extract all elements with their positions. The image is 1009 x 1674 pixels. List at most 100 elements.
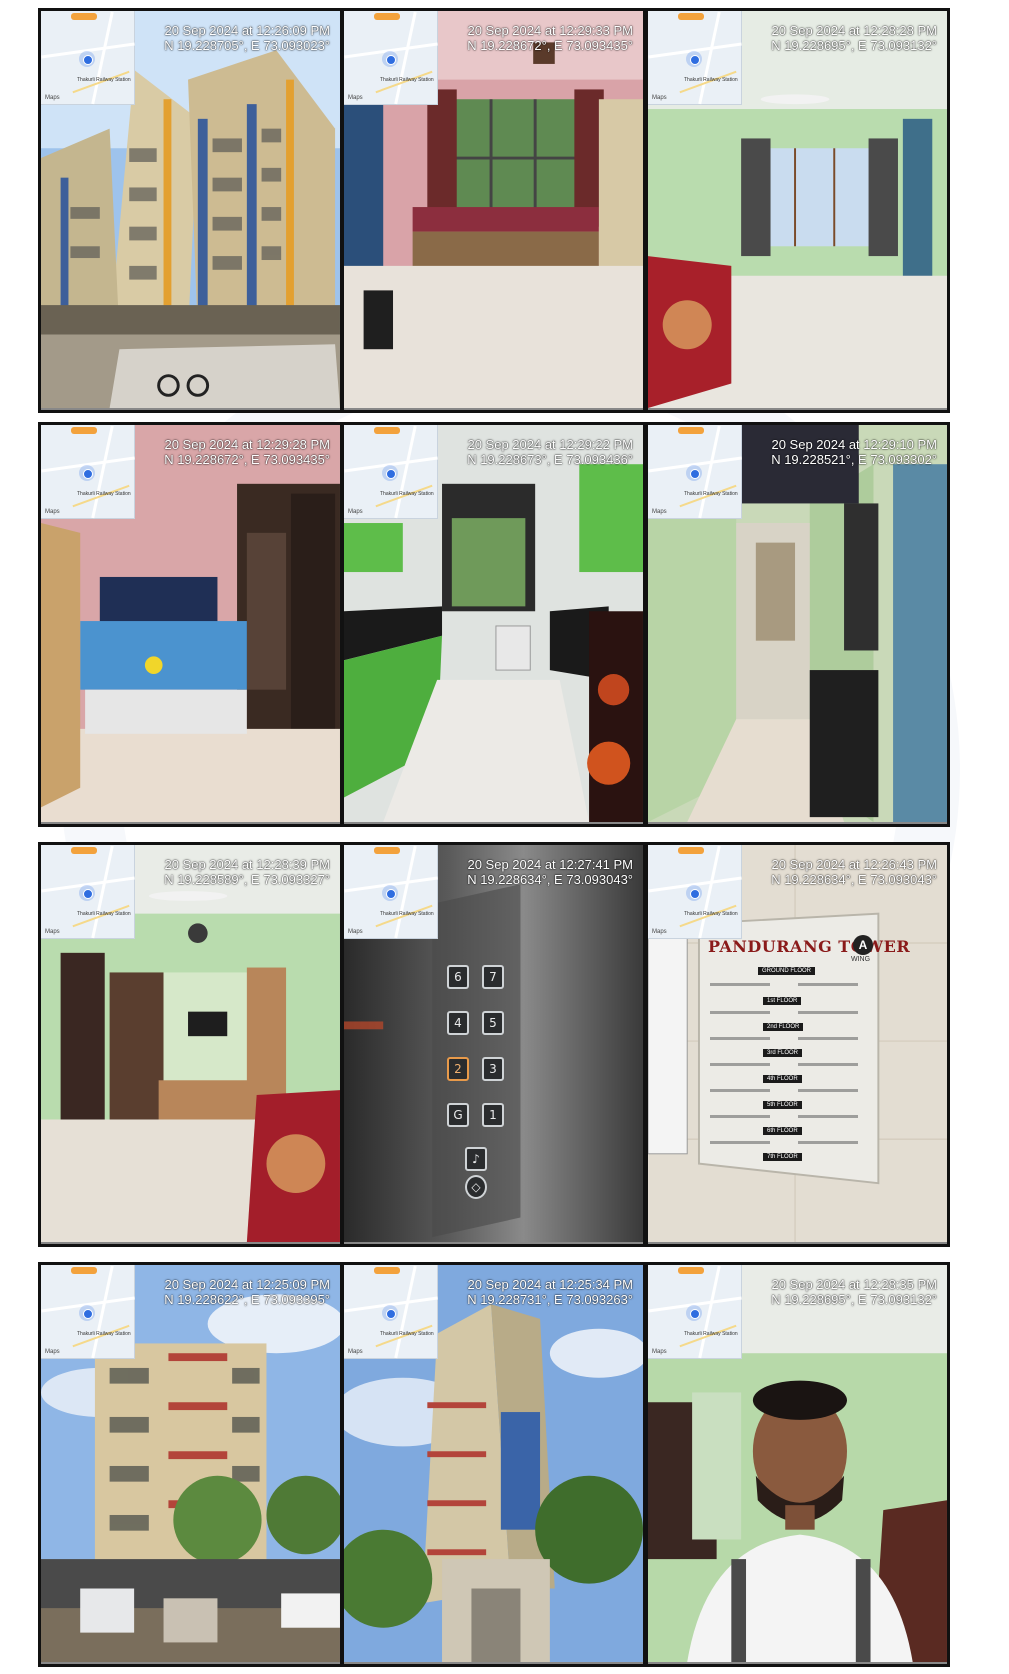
floor-band-ground: GROUND FLOOR (758, 967, 816, 975)
lift-button-7[interactable]: 7 (482, 965, 504, 989)
timestamp-coordinates: N 19.228705°, E 73.093023° (164, 38, 330, 53)
lift-button-3[interactable]: 3 (482, 1057, 504, 1081)
app-logo-badge (374, 427, 400, 434)
resident-entry-line (710, 1011, 770, 1014)
resident-entry-line (710, 1115, 770, 1118)
resident-entry-line (798, 1141, 858, 1144)
resident-entry-line (710, 1141, 770, 1144)
lift-button-ground[interactable]: G (447, 1103, 469, 1127)
map-thumbnail: Thakurli Railway Station Maps (344, 845, 438, 939)
photo-building-exterior-courtyard: Thakurli Railway Station Maps 20 Sep 202… (38, 8, 343, 413)
timestamp-date: 20 Sep 2024 at 12:28:28 PM (771, 23, 937, 38)
apple-maps-logo-icon: Maps (348, 95, 363, 101)
apple-maps-logo-icon: Maps (652, 1349, 667, 1355)
resident-entry-line (710, 1089, 770, 1092)
apple-maps-logo-icon: Maps (45, 509, 60, 515)
lift-alarm-bell-icon[interactable]: ♪ (465, 1147, 487, 1171)
timestamp-coordinates: N 19.228731°, E 73.093263° (467, 1292, 633, 1307)
photo-building-side-palm: Thakurli Railway Station Maps 20 Sep 202… (341, 1262, 646, 1667)
geo-timestamp: 20 Sep 2024 at 12:28:28 PM N 19.228695°,… (771, 23, 937, 53)
location-pin-icon (382, 51, 398, 67)
lift-button-6[interactable]: 6 (447, 965, 469, 989)
map-thumbnail: Thakurli Railway Station Maps (648, 425, 742, 519)
app-logo-badge (678, 427, 704, 434)
map-thumbnail: Thakurli Railway Station Maps (344, 11, 438, 105)
geo-timestamp: 20 Sep 2024 at 12:29:22 PM N 19.228673°,… (467, 437, 633, 467)
timestamp-coordinates: N 19.228622°, E 73.093395° (164, 1292, 330, 1307)
floor-band-2: 2nd FLOOR (763, 1023, 804, 1031)
app-logo-badge (71, 1267, 97, 1274)
lift-button-2-lit[interactable]: 2 (447, 1057, 469, 1081)
timestamp-date: 20 Sep 2024 at 12:25:34 PM (467, 1277, 633, 1292)
photo-bedroom: Thakurli Railway Station Maps 20 Sep 202… (38, 422, 343, 827)
photo-hall-tv-unit: Thakurli Railway Station Maps 20 Sep 202… (38, 842, 343, 1247)
map-station-label: Thakurli Railway Station (380, 77, 434, 83)
timestamp-coordinates: N 19.228672°, E 73.093435° (467, 38, 633, 53)
geo-timestamp: 20 Sep 2024 at 12:28:39 PM N 19.228589°,… (164, 857, 330, 887)
location-pin-icon (382, 1305, 398, 1321)
apple-maps-logo-icon: Maps (652, 929, 667, 935)
map-station-label: Thakurli Railway Station (380, 491, 434, 497)
timestamp-coordinates: N 19.228695°, E 73.093132° (771, 38, 937, 53)
location-pin-icon (382, 885, 398, 901)
app-logo-badge (71, 847, 97, 854)
timestamp-date: 20 Sep 2024 at 12:29:28 PM (164, 437, 330, 452)
map-thumbnail: Thakurli Railway Station Maps (41, 11, 135, 105)
map-thumbnail: Thakurli Railway Station Maps (41, 1265, 135, 1359)
floor-band-1: 1st FLOOR (763, 997, 802, 1005)
photo-lift-panel: 6 7 4 5 2 3 G 1 ♪ ◇ Thakurli Railway Sta… (341, 842, 646, 1247)
timestamp-coordinates: N 19.228521°, E 73.093302° (771, 452, 937, 467)
timestamp-coordinates: N 19.228673°, E 73.093436° (467, 452, 633, 467)
floor-band-5: 5th FLOOR (763, 1101, 802, 1109)
timestamp-coordinates: N 19.228672°, E 73.093435° (164, 452, 330, 467)
lift-button-1[interactable]: 1 (482, 1103, 504, 1127)
floor-band-7: 7th FLOOR (763, 1153, 802, 1161)
photo-corridor: Thakurli Railway Station Maps 20 Sep 202… (645, 422, 950, 827)
geo-timestamp: 20 Sep 2024 at 12:27:41 PM N 19.228634°,… (467, 857, 633, 887)
timestamp-coordinates: N 19.228589°, E 73.093327° (164, 872, 330, 887)
apple-maps-logo-icon: Maps (45, 1349, 60, 1355)
photo-grid: Thakurli Railway Station Maps 20 Sep 202… (0, 0, 1009, 1674)
map-station-label: Thakurli Railway Station (684, 1331, 738, 1337)
apple-maps-logo-icon: Maps (348, 929, 363, 935)
floor-band-4: 4th FLOOR (763, 1075, 802, 1083)
apple-maps-logo-icon: Maps (45, 929, 60, 935)
timestamp-date: 20 Sep 2024 at 12:26:43 PM (771, 857, 937, 872)
resident-entry-line (798, 1037, 858, 1040)
resident-entry-line (798, 1011, 858, 1014)
timestamp-coordinates: N 19.228695°, E 73.093132° (771, 1292, 937, 1307)
timestamp-date: 20 Sep 2024 at 12:26:09 PM (164, 23, 330, 38)
app-logo-badge (71, 427, 97, 434)
map-thumbnail: Thakurli Railway Station Maps (41, 425, 135, 519)
apple-maps-logo-icon: Maps (652, 509, 667, 515)
photo-room-window-bench: Thakurli Railway Station Maps 20 Sep 202… (341, 8, 646, 413)
apple-maps-logo-icon: Maps (45, 95, 60, 101)
timestamp-date: 20 Sep 2024 at 12:29:33 PM (467, 23, 633, 38)
geo-timestamp: 20 Sep 2024 at 12:25:34 PM N 19.228731°,… (467, 1277, 633, 1307)
floor-band-3: 3rd FLOOR (763, 1049, 803, 1057)
location-pin-icon (79, 1305, 95, 1321)
apple-maps-logo-icon: Maps (348, 509, 363, 515)
map-station-label: Thakurli Railway Station (380, 1331, 434, 1337)
geo-timestamp: 20 Sep 2024 at 12:29:28 PM N 19.228672°,… (164, 437, 330, 467)
building-name: PANDURANG TOWER (708, 937, 911, 956)
map-station-label: Thakurli Railway Station (77, 491, 131, 497)
app-logo-badge (374, 1267, 400, 1274)
location-pin-icon (79, 885, 95, 901)
app-logo-badge (374, 847, 400, 854)
timestamp-date: 20 Sep 2024 at 12:29:10 PM (771, 437, 937, 452)
map-thumbnail: Thakurli Railway Station Maps (648, 11, 742, 105)
map-thumbnail: Thakurli Railway Station Maps (41, 845, 135, 939)
app-logo-badge (374, 13, 400, 20)
floor-band-6: 6th FLOOR (763, 1127, 802, 1135)
geo-timestamp: 20 Sep 2024 at 12:25:09 PM N 19.228622°,… (164, 1277, 330, 1307)
resident-entry-line (798, 1063, 858, 1066)
lift-button-5[interactable]: 5 (482, 1011, 504, 1035)
lift-door-open-icon[interactable]: ◇ (465, 1175, 487, 1199)
location-pin-icon (686, 885, 702, 901)
lift-button-4[interactable]: 4 (447, 1011, 469, 1035)
map-station-label: Thakurli Railway Station (77, 911, 131, 917)
timestamp-date: 20 Sep 2024 at 12:29:22 PM (467, 437, 633, 452)
resident-entry-line (798, 1115, 858, 1118)
app-logo-badge (678, 13, 704, 20)
